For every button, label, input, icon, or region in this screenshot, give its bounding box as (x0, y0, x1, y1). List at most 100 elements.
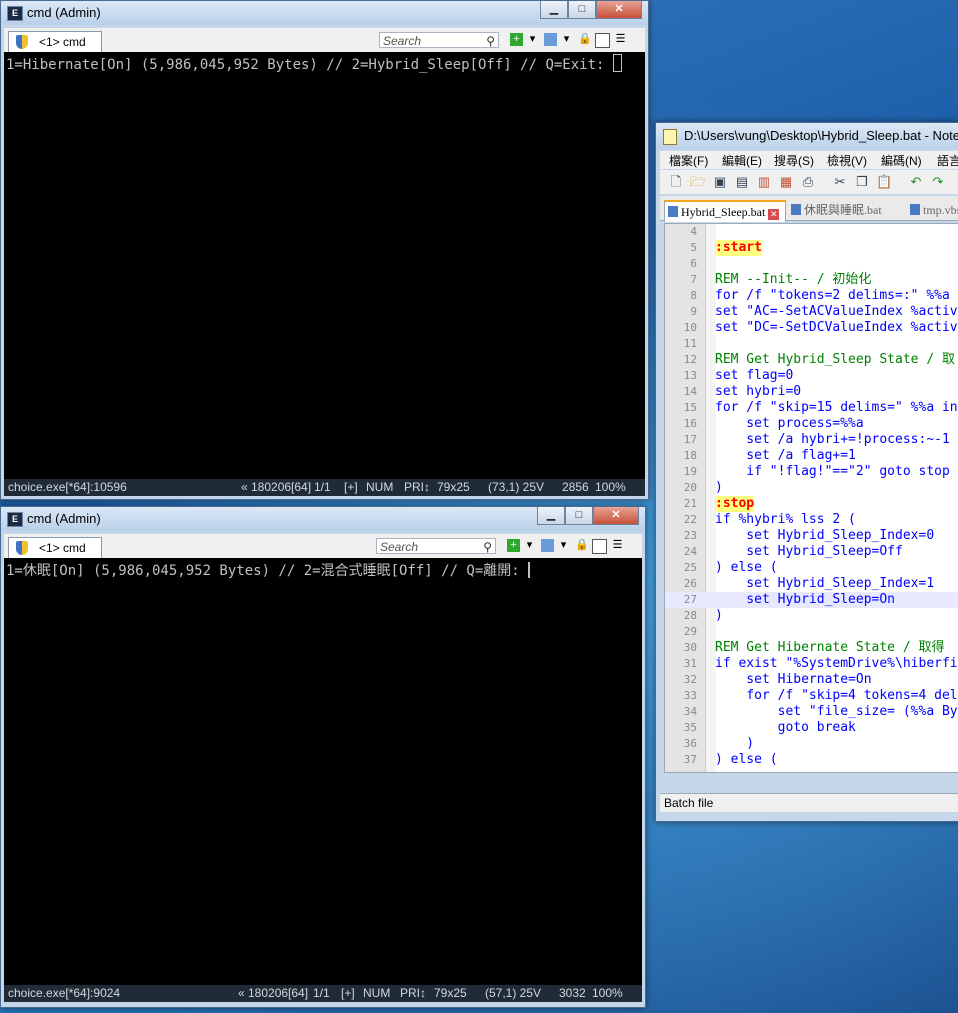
status-plus[interactable]: [+] (341, 985, 355, 1002)
code-line[interactable]: 17 set /a hybri+=!process:~-1 (665, 432, 958, 448)
tab-hybrid-sleep[interactable]: Hybrid_Sleep.bat ✕ (664, 200, 786, 222)
print-icon[interactable]: ⎙ (800, 174, 816, 190)
save-all-icon[interactable]: ▤ (734, 174, 750, 190)
status-zoom[interactable]: 100% (592, 985, 623, 1002)
code-line[interactable]: 23 set Hybrid_Sleep_Index=0 (665, 528, 958, 544)
close-all-icon[interactable]: ▦ (778, 174, 794, 190)
code-line[interactable]: 22 if %hybri% lss 2 ( (665, 512, 958, 528)
status-console-index[interactable]: 1/1 (314, 479, 331, 496)
notepad-plus-plus-window[interactable]: D:\Users\vung\Desktop\Hybrid_Sleep.bat -… (655, 122, 958, 822)
title-bar[interactable]: E cmd (Admin) ▁ □ ✕ (1, 1, 648, 25)
status-size[interactable]: 79x25 (437, 479, 470, 496)
menu-icon[interactable]: ☰ (611, 539, 624, 552)
menu-encoding[interactable]: 編碼(N) (881, 152, 922, 169)
dropdown-arrow-icon[interactable]: ▾ (560, 33, 573, 46)
menu-view[interactable]: 檢視(V) (827, 152, 867, 169)
lock-icon[interactable]: 🔒 (575, 539, 589, 552)
code-line[interactable]: 30 REM Get Hibernate State / 取得 (665, 640, 958, 656)
status-plus[interactable]: [+] (344, 479, 358, 496)
code-line[interactable]: 9 set "AC=-SetACValueIndex %activ (665, 304, 958, 320)
code-line[interactable]: 28) (665, 608, 958, 624)
status-size[interactable]: 79x25 (434, 985, 467, 1002)
search-input[interactable]: Search ⚲ (379, 32, 499, 48)
code-line[interactable]: 26 set Hybrid_Sleep_Index=1 (665, 576, 958, 592)
code-line[interactable]: 32 set Hibernate=On (665, 672, 958, 688)
code-line[interactable]: 27 set Hybrid_Sleep=On (665, 592, 958, 608)
code-line[interactable]: 4 (665, 224, 958, 240)
code-line[interactable]: 8 for /f "tokens=2 delims=:" %%a (665, 288, 958, 304)
code-line[interactable]: 31 if exist "%SystemDrive%\hiberfi (665, 656, 958, 672)
open-file-icon[interactable]: 🗁 (690, 174, 706, 190)
window-icon[interactable] (541, 539, 554, 552)
code-line[interactable]: 16 set process=%%a (665, 416, 958, 432)
code-line[interactable]: 35 goto break (665, 720, 958, 736)
code-line[interactable]: 18 set /a flag+=1 (665, 448, 958, 464)
code-line[interactable]: 29 (665, 624, 958, 640)
menu-icon[interactable]: ☰ (614, 33, 627, 46)
code-editor[interactable]: 4 5:start 6 7 REM --Init-- / 初始化 8 for /f "tok… (664, 223, 958, 773)
paste-icon[interactable]: 📋 (876, 174, 892, 190)
code-line[interactable]: 15 for /f "skip=15 delims=" %%a in (665, 400, 958, 416)
status-zoom[interactable]: 100% (595, 479, 626, 496)
dropdown-arrow-icon[interactable]: ▾ (526, 33, 539, 46)
code-line[interactable]: 33 for /f "skip=4 tokens=4 del (665, 688, 958, 704)
dropdown-arrow-icon[interactable]: ▾ (523, 539, 536, 552)
title-bar[interactable]: E cmd (Admin) ▁ □ ✕ (1, 507, 645, 531)
code-line[interactable]: 24 set Hybrid_Sleep=Off (665, 544, 958, 560)
code-line[interactable]: 5:start (665, 240, 958, 256)
menu-edit[interactable]: 編輯(E) (722, 152, 762, 169)
code-line[interactable]: 12 REM Get Hybrid_Sleep State / 取 (665, 352, 958, 368)
tab-tmp-vbs[interactable]: tmp.vbs (907, 200, 958, 220)
menu-language[interactable]: 語言 (937, 152, 958, 169)
terminal-output[interactable]: 1=Hibernate[On] (5,986,045,952 Bytes) //… (4, 52, 645, 479)
tab-cmd[interactable]: <1> cmd (8, 537, 102, 559)
redo-icon[interactable]: ↷ (930, 174, 946, 190)
code-line[interactable]: 37) else ( (665, 752, 958, 768)
tab-hibernate-sleep[interactable]: 休眠與睡眠.bat (788, 200, 903, 220)
search-input[interactable]: Search ⚲ (376, 538, 496, 554)
layout-icon[interactable] (592, 539, 607, 554)
maximize-button[interactable]: □ (568, 1, 596, 19)
new-file-icon[interactable]: 🗋 (668, 174, 684, 190)
code-line[interactable]: 25) else ( (665, 560, 958, 576)
layout-icon[interactable] (595, 33, 610, 48)
close-button[interactable]: ✕ (596, 1, 642, 19)
menu-search[interactable]: 搜尋(S) (774, 152, 814, 169)
code-line[interactable]: 7 REM --Init-- / 初始化 (665, 272, 958, 288)
close-button[interactable]: ✕ (593, 507, 639, 525)
window-icon[interactable] (544, 33, 557, 46)
console-window-1[interactable]: E cmd (Admin) ▁ □ ✕ <1> cmd Search ⚲ + ▾… (0, 0, 649, 500)
code-line[interactable]: 14 set hybri=0 (665, 384, 958, 400)
terminal-output[interactable]: 1=休眠[On] (5,986,045,952 Bytes) // 2=混合式睡… (4, 558, 642, 985)
code-line[interactable]: 10 set "DC=-SetDCValueIndex %activ (665, 320, 958, 336)
lock-icon[interactable]: 🔒 (578, 33, 592, 46)
code-line[interactable]: 20) (665, 480, 958, 496)
new-console-icon[interactable]: + (510, 33, 523, 46)
dropdown-arrow-icon[interactable]: ▾ (557, 539, 570, 552)
code-line[interactable]: 11 (665, 336, 958, 352)
code-line[interactable]: 34 set "file_size= (%%a By (665, 704, 958, 720)
cut-icon[interactable]: ✂ (832, 174, 848, 190)
status-pri[interactable]: PRI↕ (400, 985, 426, 1002)
status-build[interactable]: « 180206[64] (241, 479, 311, 496)
close-tab-icon[interactable]: ✕ (768, 209, 780, 220)
minimize-button[interactable]: ▁ (537, 507, 565, 525)
console-window-2[interactable]: E cmd (Admin) ▁ □ ✕ <1> cmd Search ⚲ + ▾… (0, 506, 646, 1008)
undo-icon[interactable]: ↶ (908, 174, 924, 190)
menu-file[interactable]: 檔案(F) (669, 152, 708, 169)
code-line[interactable]: 21:stop (665, 496, 958, 512)
search-icon[interactable]: ⚲ (483, 539, 492, 555)
close-file-icon[interactable]: ▥ (756, 174, 772, 190)
status-pri[interactable]: PRI↕ (404, 479, 430, 496)
tab-cmd[interactable]: <1> cmd (8, 31, 102, 53)
maximize-button[interactable]: □ (565, 507, 593, 525)
status-console-index[interactable]: 1/1 (313, 985, 330, 1002)
search-icon[interactable]: ⚲ (486, 33, 495, 49)
new-console-icon[interactable]: + (507, 539, 520, 552)
copy-icon[interactable]: ❐ (854, 174, 870, 190)
code-line[interactable]: 36 ) (665, 736, 958, 752)
save-icon[interactable]: ▣ (712, 174, 728, 190)
status-build[interactable]: « 180206[64] (238, 985, 308, 1002)
code-line[interactable]: 6 (665, 256, 958, 272)
code-line[interactable]: 13 set flag=0 (665, 368, 958, 384)
